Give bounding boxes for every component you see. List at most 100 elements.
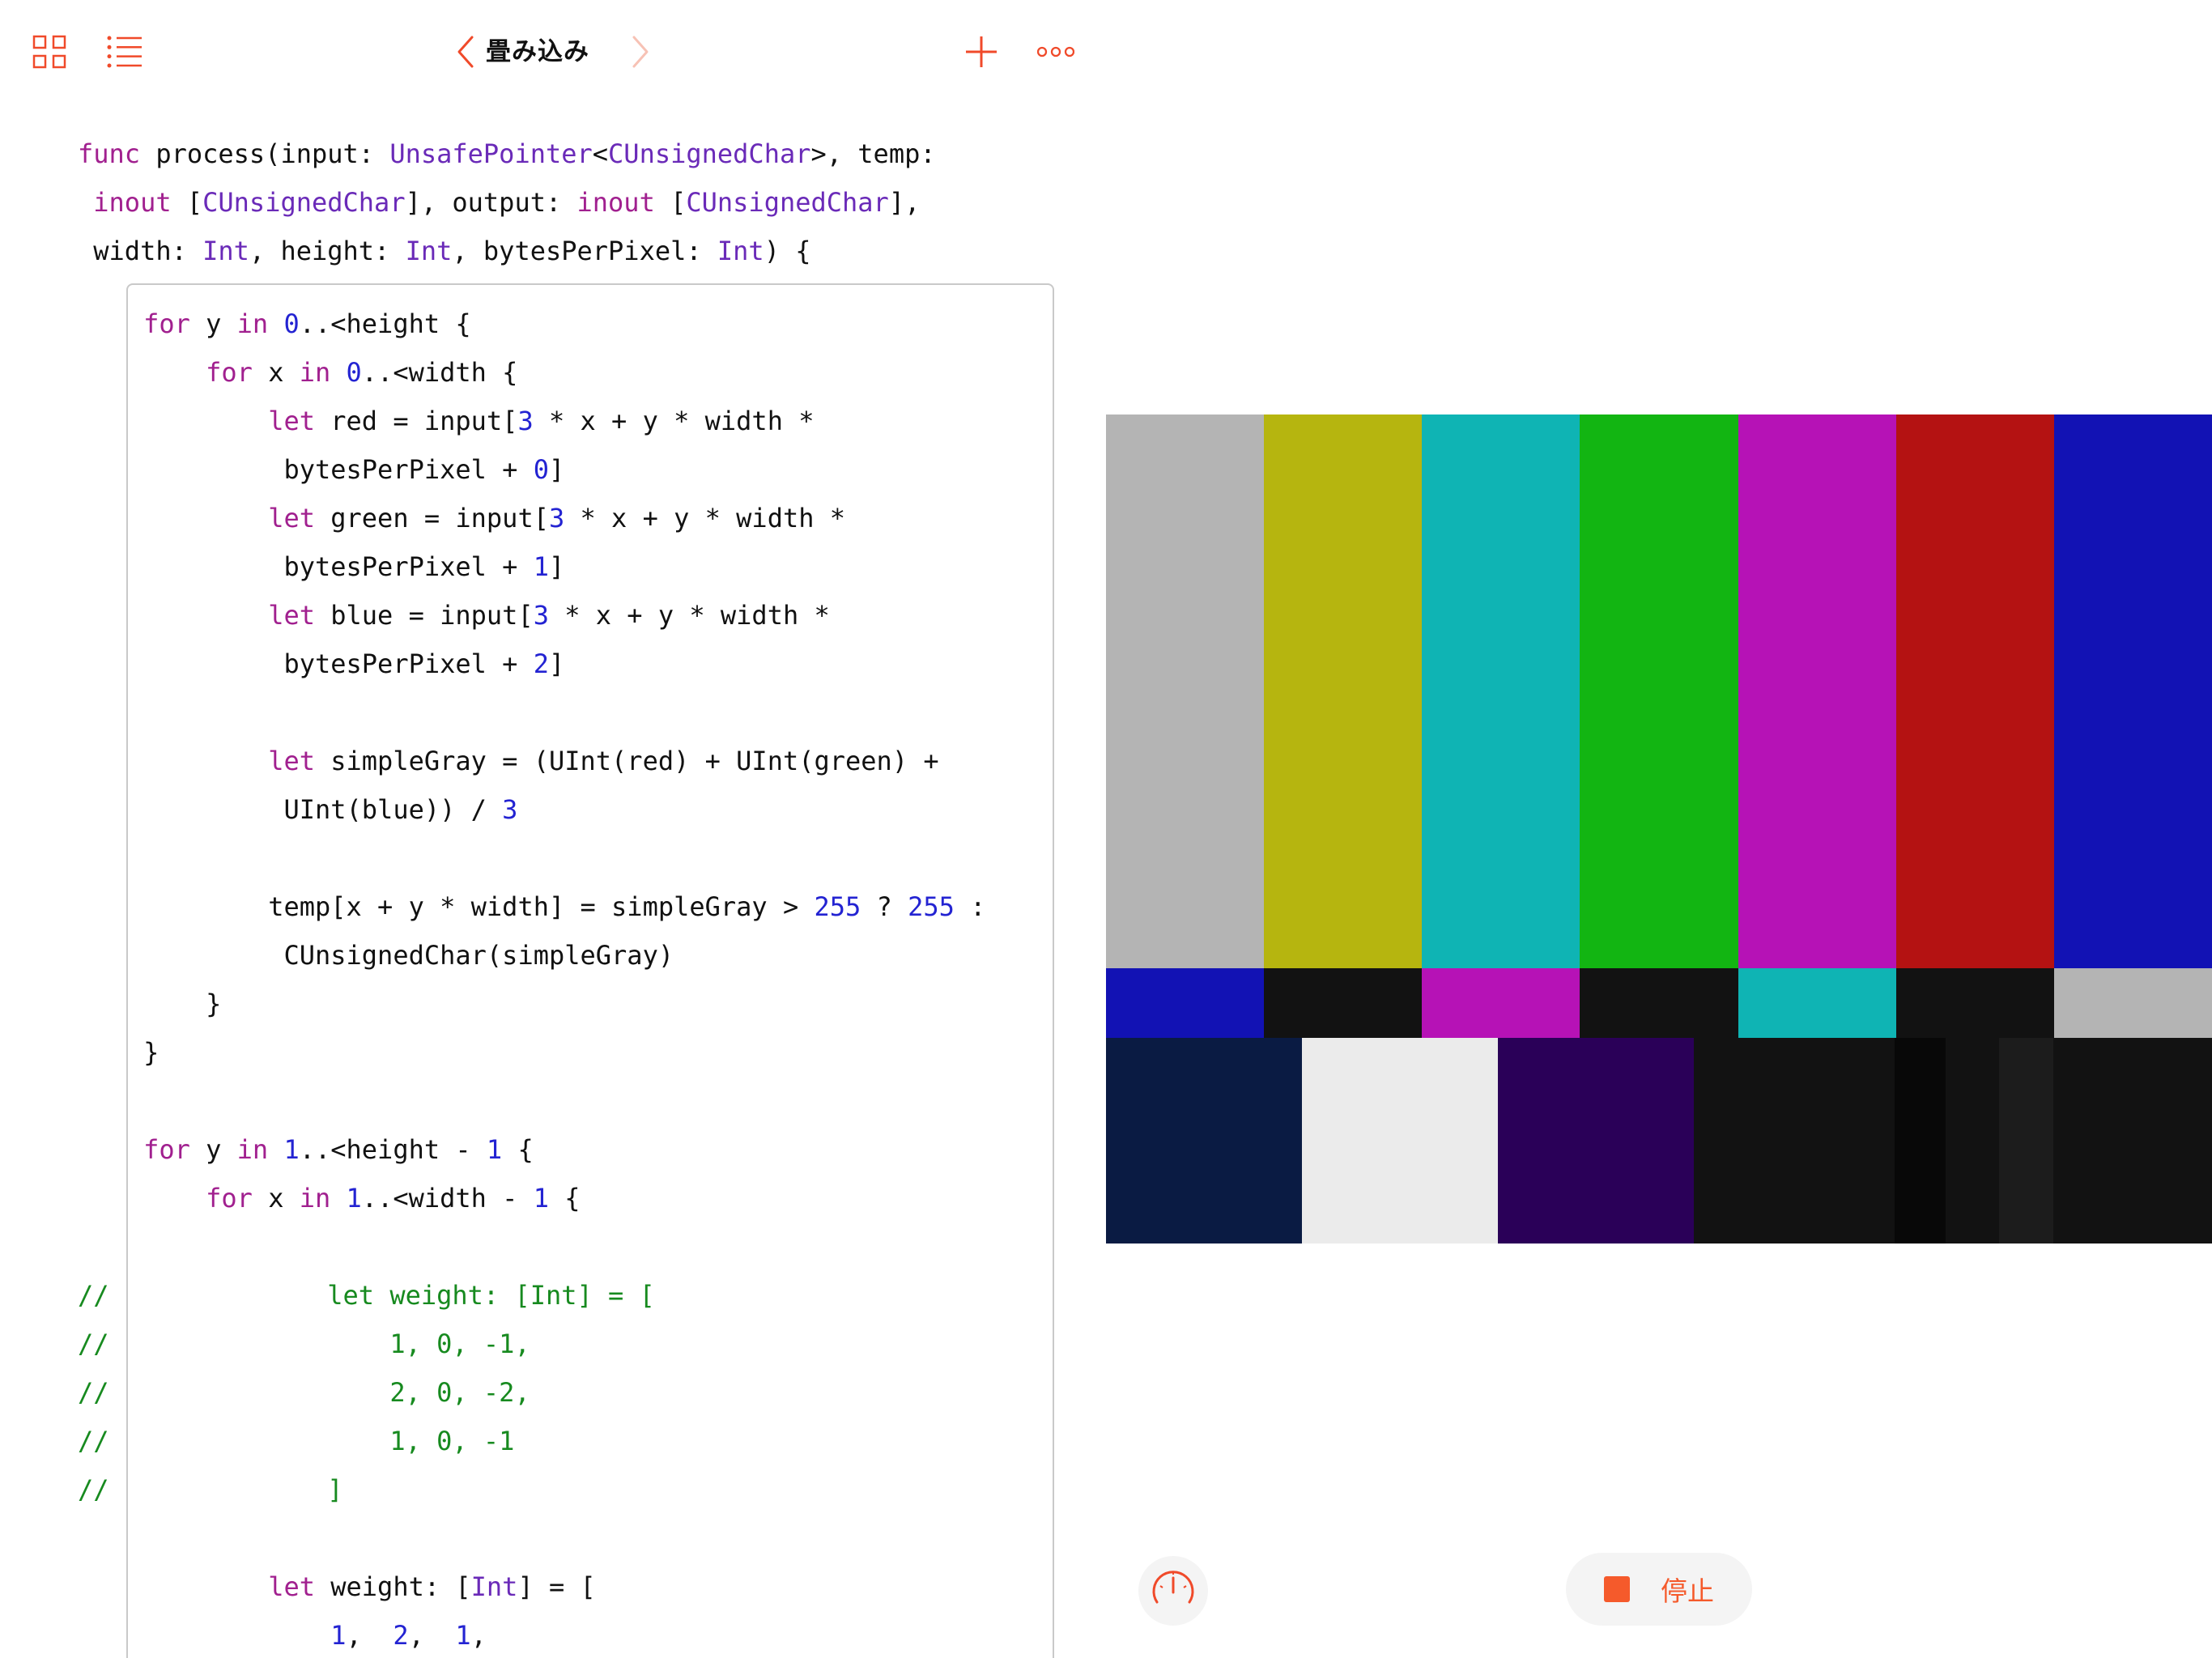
code-token: Int <box>470 1571 518 1602</box>
code-line: temp[x + y * width] = simpleGray > 255 ?… <box>81 882 985 931</box>
color-bar <box>2054 968 2212 1038</box>
color-bar <box>1999 1038 2053 1244</box>
code-token: >, temp: <box>810 138 936 169</box>
code-token: ] <box>548 551 565 582</box>
code-token: for <box>206 357 253 388</box>
code-token: * x + y * width * <box>548 600 830 631</box>
code-line: 1, 2, 1, <box>81 1611 487 1658</box>
color-bar <box>1580 968 1739 1038</box>
code-token: } <box>81 1037 160 1068</box>
code-line: for x in 1..<width - 1 { <box>81 1174 581 1222</box>
code-token: let <box>268 600 315 631</box>
code-token: // ] <box>78 1474 343 1505</box>
code-token: ] <box>548 454 565 485</box>
code-token: // 1, 0, -1, <box>78 1329 530 1359</box>
code-token: let <box>268 406 315 436</box>
code-token: 1 <box>486 1134 503 1165</box>
color-bar <box>1896 968 2056 1038</box>
code-editor[interactable]: func process(input: UnsafePointer<CUnsig… <box>0 113 1108 1658</box>
code-token: 1 <box>346 1183 362 1214</box>
code-token: 1 <box>455 1620 471 1651</box>
color-bar <box>1106 1038 1302 1244</box>
code-token: bytesPerPixel + <box>81 454 534 485</box>
page-title: 畳み込み <box>486 37 589 66</box>
code-token: ] <box>548 648 565 679</box>
code-line: for x in 0..<width { <box>81 348 517 397</box>
code-token: for <box>143 1134 190 1165</box>
code-token: ..<height - <box>299 1134 487 1165</box>
code-token: 0 <box>283 308 300 339</box>
code-token: for <box>206 1183 253 1214</box>
performance-meter-button[interactable] <box>1138 1556 1208 1626</box>
code-token: // 2, 0, -2, <box>78 1377 530 1408</box>
color-bar <box>1896 414 2056 968</box>
code-line: } <box>81 1028 159 1077</box>
code-token: in <box>236 308 269 339</box>
code-token: func <box>78 138 141 169</box>
code-token: 3 <box>548 503 565 534</box>
code-token: UnsafePointer <box>389 138 593 169</box>
list-icon[interactable] <box>105 31 144 73</box>
color-bar <box>1738 968 1898 1038</box>
code-token: 2 <box>393 1620 409 1651</box>
color-bar <box>1946 1038 1999 1244</box>
color-bar <box>1580 414 1739 968</box>
code-token: CUnsignedChar <box>686 187 889 218</box>
code-line: bytesPerPixel + 0] <box>81 445 564 494</box>
plus-icon[interactable] <box>963 31 999 73</box>
code-token: green = input[ <box>314 503 549 534</box>
code-token: < <box>592 138 609 169</box>
code-line: // ] <box>78 1465 343 1514</box>
code-line: bytesPerPixel + 1] <box>81 542 564 591</box>
code-token: 1 <box>283 1134 300 1165</box>
code-token: x <box>252 1183 300 1214</box>
code-token: x <box>252 357 300 388</box>
color-bar <box>1302 1038 1498 1244</box>
code-line: // 1, 0, -1 <box>78 1417 514 1465</box>
code-token: 0 <box>533 454 549 485</box>
code-token: inout <box>93 187 172 218</box>
stop-button[interactable]: 停止 <box>1566 1553 1752 1626</box>
color-bar <box>2054 414 2212 968</box>
chevron-left-icon[interactable] <box>453 31 478 73</box>
code-token: , <box>408 1620 456 1651</box>
code-token: ) { <box>764 236 811 266</box>
code-token: { <box>548 1183 581 1214</box>
grid-icon[interactable] <box>31 31 68 73</box>
code-token: in <box>236 1134 269 1165</box>
code-token: ], <box>888 187 921 218</box>
code-token: y <box>189 1134 237 1165</box>
chevron-right-icon[interactable] <box>628 31 653 73</box>
code-token: blue = input[ <box>314 600 534 631</box>
code-line: let simpleGray = (UInt(red) + UInt(green… <box>81 737 938 785</box>
color-bar <box>1895 1038 1946 1244</box>
code-token: { <box>502 1134 534 1165</box>
code-token: 1 <box>533 1183 549 1214</box>
code-line: let weight: [Int] = [ <box>81 1562 596 1611</box>
code-token: UInt(blue)) / <box>81 794 503 825</box>
code-token: for <box>143 308 190 339</box>
code-token: red = input[ <box>314 406 518 436</box>
code-line: // 2, 0, -2, <box>78 1368 530 1417</box>
more-icon[interactable] <box>1036 31 1075 73</box>
color-bar <box>2053 1038 2212 1244</box>
code-line: let red = input[3 * x + y * width * <box>81 397 814 445</box>
code-line: } <box>81 980 221 1028</box>
code-token: y <box>189 308 237 339</box>
code-line: width: Int, height: Int, bytesPerPixel: … <box>78 227 810 275</box>
code-token: [ <box>654 187 687 218</box>
code-token: ..<width - <box>361 1183 534 1214</box>
code-token: 0 <box>346 357 362 388</box>
code-line: for y in 1..<height - 1 { <box>81 1125 534 1174</box>
code-token: 3 <box>502 794 518 825</box>
